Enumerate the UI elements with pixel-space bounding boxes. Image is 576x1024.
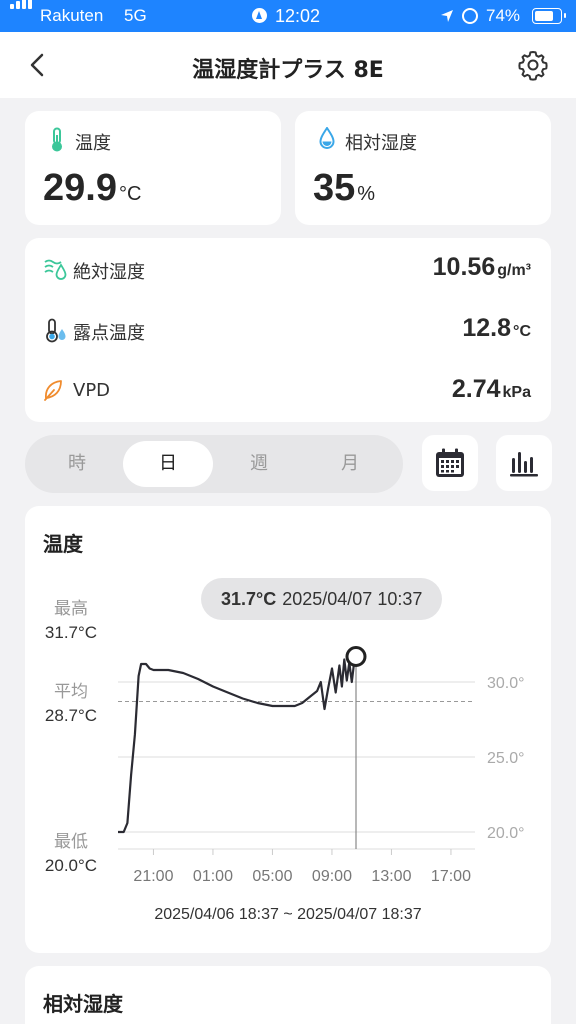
carrier-label: Rakuten: [40, 6, 104, 25]
temperature-series-line: [118, 656, 358, 834]
metric-number: 2.74: [451, 375, 501, 403]
metric-label: VPD: [73, 380, 111, 401]
chart-date-range: 2025/04/06 18:37 ~ 2025/04/07 18:37: [154, 906, 422, 923]
metric-value: 2.74 kPa: [452, 375, 531, 404]
metric-label: 露点温度: [73, 323, 145, 344]
humidity-chart-title: 相対湿度: [43, 992, 123, 1016]
chart-button[interactable]: [496, 435, 552, 491]
rotation-lock-icon: [462, 8, 478, 24]
humidity-chart-card: 相対湿度: [25, 966, 551, 1024]
tab-month[interactable]: 月: [305, 441, 395, 487]
settings-button[interactable]: [513, 48, 553, 82]
metric-row-absolute-humidity[interactable]: 絶対湿度 10.56 g/m³: [25, 249, 551, 289]
period-tabs: 時 日 週 月: [25, 435, 403, 493]
tab-week[interactable]: 週: [214, 441, 304, 487]
x-tick-label: 17:00: [431, 868, 471, 885]
metric-unit: g/m³: [497, 262, 531, 279]
dew-point-icon: [46, 318, 66, 343]
metric-number: 10.56: [432, 253, 496, 281]
humidity-value: 35%: [313, 167, 375, 210]
location-icon: [441, 10, 453, 22]
y-tick-label: 20.0°: [487, 825, 525, 842]
thermometer-icon: [52, 127, 62, 152]
temperature-number: 29.9: [43, 167, 117, 209]
metric-row-dew-point[interactable]: 露点温度 12.8 °C: [25, 310, 551, 350]
temperature-card[interactable]: 温度 29.9 °C: [25, 111, 281, 225]
metric-number: 12.8: [462, 314, 512, 342]
tab-day[interactable]: 日: [123, 441, 213, 487]
tab-hour[interactable]: 時: [32, 441, 122, 487]
bar-chart-icon: [510, 452, 538, 477]
metric-row-vpd[interactable]: VPD 2.74 kPa: [25, 371, 551, 411]
temperature-label: 温度: [75, 133, 111, 154]
x-tick-label: 05:00: [252, 868, 292, 885]
network-label: 5G: [124, 6, 147, 25]
water-drop-icon: [319, 127, 335, 149]
metrics-card: 絶対湿度 10.56 g/m³ 露点温度 12.8 °C VPD 2.74 kPa: [25, 238, 551, 422]
status-bar: Rakuten 5G 12:02 74%: [0, 0, 576, 32]
navigation-icon: [252, 8, 267, 23]
metric-value: 12.8 °C: [462, 314, 531, 343]
y-tick-label: 25.0°: [487, 750, 525, 767]
calendar-button[interactable]: [422, 435, 478, 491]
metric-unit: kPa: [502, 384, 531, 401]
x-tick-label: 21:00: [133, 868, 173, 885]
humidity-card[interactable]: 相対湿度 35%: [295, 111, 551, 225]
x-tick-label: 01:00: [193, 868, 233, 885]
metric-label: 絶対湿度: [73, 262, 145, 283]
calendar-icon: [436, 448, 464, 477]
battery-icon: [532, 8, 566, 24]
temperature-line-chart[interactable]: 20.0° 25.0° 30.0° 21:00 01:00 05:00 09:00 13:00…: [25, 506, 551, 906]
gear-icon: [518, 51, 548, 81]
temperature-chart-card: 温度 31.7°C 2025/04/07 10:37 最高 31.7°C 平均 2…: [25, 506, 551, 953]
temperature-unit: °C: [118, 183, 142, 205]
humidity-unit: %: [357, 183, 376, 205]
x-tick-label: 13:00: [371, 868, 411, 885]
page-title: 温湿度計プラス 8E: [192, 58, 384, 83]
leaf-icon: [44, 380, 62, 401]
metric-unit: °C: [513, 323, 531, 340]
x-tick-label: 09:00: [312, 868, 352, 885]
humidity-number: 35: [313, 167, 356, 209]
temperature-value: 29.9 °C: [43, 167, 141, 210]
clock: 12:02: [275, 6, 321, 26]
nav-bar: 温湿度計プラス 8E: [0, 32, 576, 98]
metric-value: 10.56 g/m³: [433, 253, 531, 282]
y-tick-label: 30.0°: [487, 675, 525, 692]
battery-percent: 74%: [486, 6, 521, 25]
cursor-marker: [345, 646, 367, 667]
absolute-humidity-icon: [44, 259, 67, 280]
humidity-label: 相対湿度: [345, 133, 417, 154]
